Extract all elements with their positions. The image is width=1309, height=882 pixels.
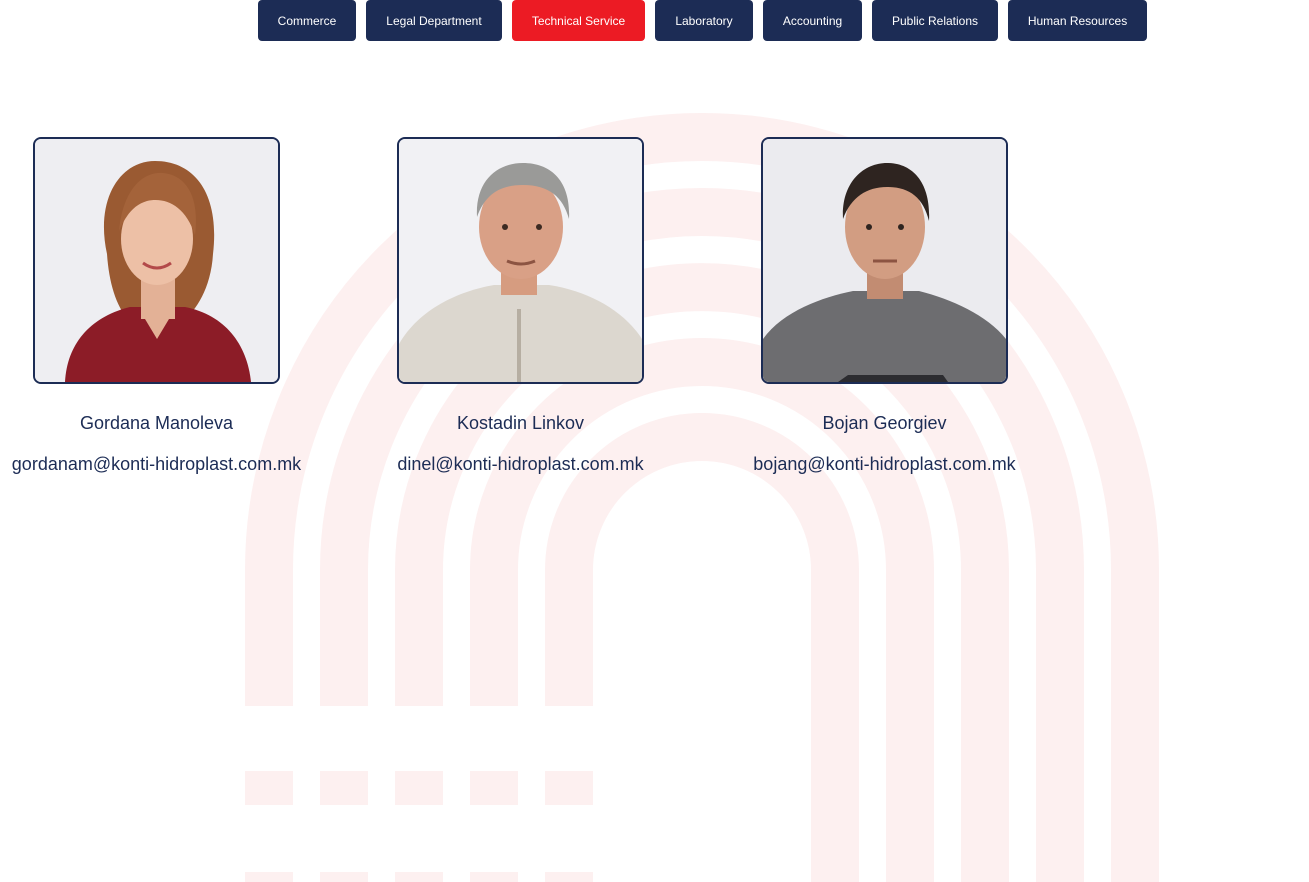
team-member-name: Kostadin Linkov — [456, 413, 585, 433]
tab-technical-service[interactable]: Technical Service — [512, 0, 645, 41]
team-member-photo — [33, 137, 280, 384]
team-member-email[interactable]: gordanam@konti-hidroplast.com.mk — [0, 454, 313, 475]
portrait-man-image — [399, 139, 642, 382]
tab-human-resources[interactable]: Human Resources — [1008, 0, 1147, 41]
department-tabs: Commerce Legal Department Technical Serv… — [258, 0, 1147, 41]
team-member-email[interactable]: dinel@konti-hidroplast.com.mk — [397, 454, 644, 475]
tab-commerce[interactable]: Commerce — [258, 0, 356, 41]
team-member-name: Bojan Georgiev — [822, 413, 947, 433]
page: Commerce Legal Department Technical Serv… — [0, 0, 1309, 882]
team-member-email[interactable]: bojang@konti-hidroplast.com.mk — [751, 454, 1018, 475]
team-member-name: Gordana Manoleva — [79, 413, 234, 433]
portrait-woman-image — [35, 139, 278, 382]
team-member-photo — [397, 137, 644, 384]
background-logo-watermark — [245, 113, 1159, 882]
team-member-card: Gordana Manoleva gordanam@konti-hidropla… — [12, 137, 333, 474]
tab-legal-department[interactable]: Legal Department — [366, 0, 502, 41]
tab-public-relations[interactable]: Public Relations — [872, 0, 998, 41]
team-member-photo — [761, 137, 1008, 384]
portrait-man-image — [763, 139, 1006, 382]
team-member-card: Bojan Georgiev bojang@konti-hidroplast.c… — [753, 137, 1061, 474]
tab-accounting[interactable]: Accounting — [763, 0, 862, 41]
tab-laboratory[interactable]: Laboratory — [655, 0, 753, 41]
team-member-card: Kostadin Linkov dinel@konti-hidroplast.c… — [397, 137, 697, 474]
